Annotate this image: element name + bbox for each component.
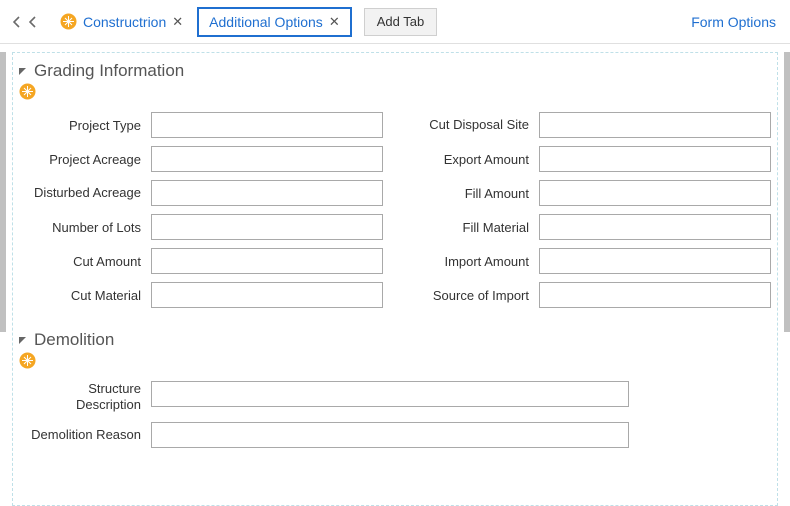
tab-label: Additional Options [209,14,323,30]
field-row: Demolition Reason [19,422,771,448]
field-row: Fill Material [407,214,771,240]
field-row: Export Amount [407,146,771,172]
section-type-icon [19,83,36,100]
demolition-field-label: Demolition Reason [19,427,151,442]
tab-nav-next[interactable] [26,12,40,32]
grading-field-label: Cut Amount [19,254,151,269]
field-row: Cut Material [19,282,383,308]
grading-field-label: Source of Import [407,288,539,303]
grading-field-label: Cut Disposal Site [407,117,539,133]
grading-field-label: Cut Material [19,288,151,303]
field-row: Cut Disposal Site [407,112,771,138]
section-icon-row [19,352,771,369]
tab-additional-options[interactable]: Additional Options ✕ [197,7,352,37]
section-grading: Grading Information Project Type Project … [19,61,771,316]
demolition-field-input[interactable] [151,381,629,407]
field-row: Disturbed Acreage [19,180,383,206]
grading-field-label: Number of Lots [19,220,151,235]
grading-field-input[interactable] [539,112,771,138]
grading-field-input[interactable] [539,282,771,308]
tab-icon [60,13,77,30]
grading-field-label: Fill Material [407,220,539,235]
close-icon[interactable]: ✕ [172,15,183,28]
right-scroll-handle[interactable] [784,52,790,332]
grading-field-input[interactable] [539,248,771,274]
grading-field-input[interactable] [539,146,771,172]
section-demolition: Demolition StructureDescription Demolitio… [19,330,771,448]
field-row: StructureDescription [19,381,771,414]
grading-field-input[interactable] [151,214,383,240]
grading-field-input[interactable] [539,214,771,240]
section-title: Demolition [34,330,114,350]
grading-field-input[interactable] [151,282,383,308]
tab-bar: Constructrion ✕ Additional Options ✕ Add… [0,0,790,44]
form-options-link[interactable]: Form Options [691,14,780,30]
add-tab-button[interactable]: Add Tab [364,8,437,36]
form-canvas: Grading Information Project Type Project … [12,52,778,506]
tab-nav-arrows [10,12,40,32]
section-title: Grading Information [34,61,184,81]
section-type-icon [19,352,36,369]
left-scroll-handle[interactable] [0,52,6,332]
grading-field-input[interactable] [539,180,771,206]
field-row: Number of Lots [19,214,383,240]
section-icon-row [19,83,771,100]
field-row: Project Type [19,112,383,138]
grading-field-input[interactable] [151,146,383,172]
section-header[interactable]: Grading Information [19,61,771,81]
collapse-icon [19,68,26,75]
tab-label: Constructrion [83,14,166,30]
grading-field-input[interactable] [151,180,383,206]
grading-field-label: Export Amount [407,152,539,167]
collapse-icon [19,337,26,344]
field-row: Cut Amount [19,248,383,274]
close-icon[interactable]: ✕ [329,15,340,28]
grading-field-label: Disturbed Acreage [19,185,151,201]
grading-field-label: Fill Amount [407,186,539,201]
tab-nav-prev[interactable] [10,12,24,32]
field-row: Project Acreage [19,146,383,172]
grading-field-input[interactable] [151,248,383,274]
field-row: Fill Amount [407,180,771,206]
field-row: Source of Import [407,282,771,308]
section-header[interactable]: Demolition [19,330,771,350]
demolition-field-label: StructureDescription [19,381,151,414]
grading-field-label: Project Type [19,118,151,133]
tab-construction[interactable]: Constructrion ✕ [50,7,193,37]
field-row: Import Amount [407,248,771,274]
grading-field-label: Import Amount [407,254,539,269]
grading-field-input[interactable] [151,112,383,138]
demolition-field-input[interactable] [151,422,629,448]
grading-field-label: Project Acreage [19,152,151,167]
